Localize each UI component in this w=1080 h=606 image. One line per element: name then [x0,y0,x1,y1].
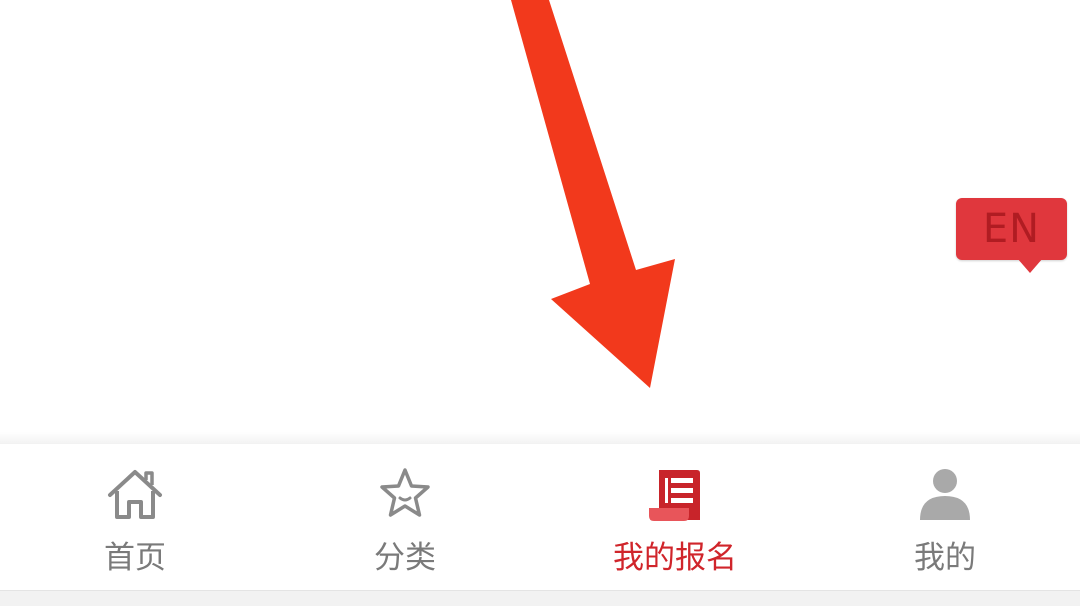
tabbar-divider [0,432,1080,444]
language-badge-pointer [1017,258,1043,273]
language-switch-button[interactable]: EN [956,198,1067,260]
star-icon [375,464,435,524]
registration-document-icon [645,464,705,524]
tab-me-label: 我的 [914,540,976,576]
tab-home-label: 首页 [104,540,166,576]
home-icon [105,464,165,524]
tab-home[interactable]: 首页 [0,444,270,590]
tab-category-label: 分类 [374,540,436,576]
annotation-arrow-icon [511,0,675,388]
system-bottom-strip [0,590,1080,606]
tab-category[interactable]: 分类 [270,444,540,590]
app-screen: EN 首页 分类 我的报名 我的 [0,0,1080,606]
bottom-tab-bar: 首页 分类 我的报名 我的 [0,444,1080,590]
user-avatar-icon [915,464,975,524]
tab-my-registrations-label: 我的报名 [613,540,737,576]
tab-my-registrations[interactable]: 我的报名 [540,444,810,590]
tab-me[interactable]: 我的 [810,444,1080,590]
